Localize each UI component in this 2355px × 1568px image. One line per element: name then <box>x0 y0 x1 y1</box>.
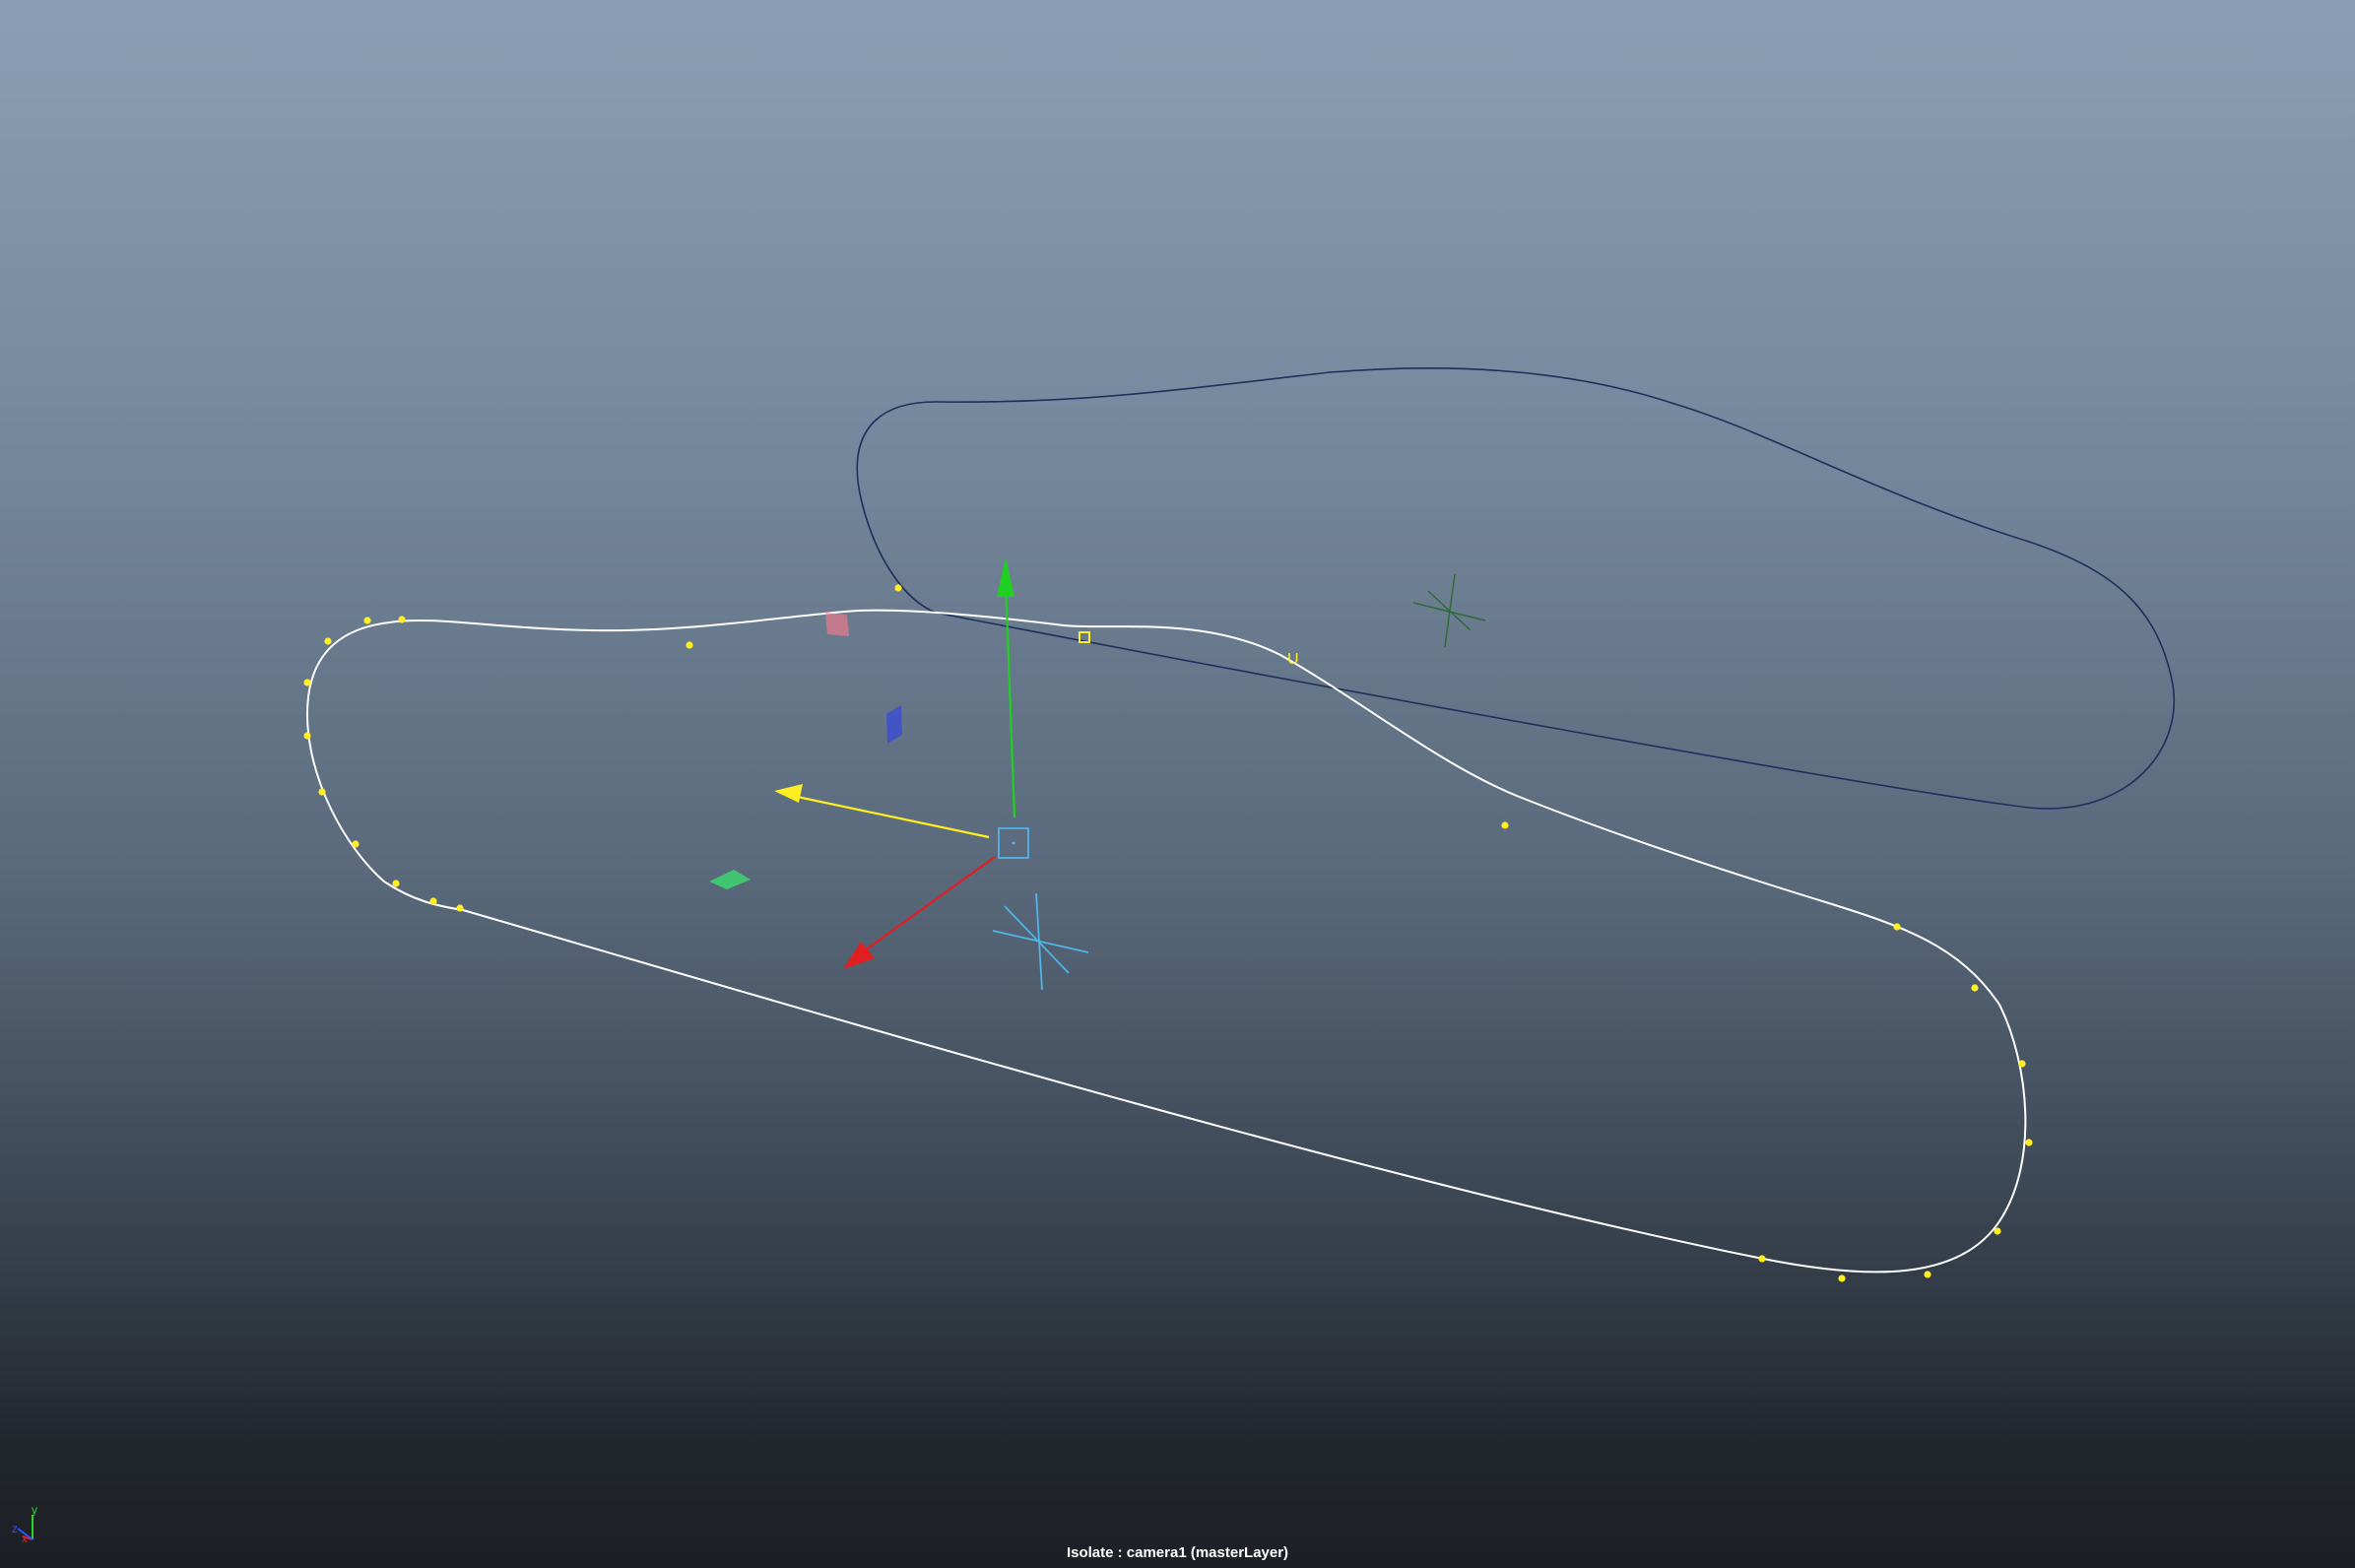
maya-viewport[interactable]: U y x z Isolate: camera1 (masterLayer) <box>0 0 2355 1568</box>
control-vertex[interactable] <box>1971 984 1979 992</box>
selected-nurbs-curve[interactable] <box>305 609 2027 1274</box>
control-vertex[interactable] <box>318 788 326 796</box>
control-vertex[interactable] <box>392 880 400 887</box>
unselected-nurbs-curve[interactable] <box>856 367 2176 810</box>
control-vertex[interactable] <box>894 584 902 592</box>
scene-canvas[interactable]: U y x z <box>0 0 2355 1568</box>
manipulator-center-dot <box>1012 841 1015 845</box>
manipulator-x-axis[interactable] <box>864 856 996 951</box>
view-axis-indicator: y x z <box>12 1503 37 1545</box>
manipulator-y-axis[interactable] <box>1004 580 1016 818</box>
curve-control-vertices[interactable] <box>303 584 2033 1282</box>
pivot-locator-selected[interactable] <box>992 892 1089 991</box>
control-vertex[interactable] <box>456 904 464 912</box>
manipulator-y-arrow[interactable] <box>997 557 1014 597</box>
manipulator-plane-handle-xy[interactable] <box>825 613 849 636</box>
manipulator-z-arrow[interactable] <box>774 784 803 803</box>
control-vertex[interactable] <box>686 641 693 649</box>
control-vertex[interactable] <box>1994 1227 2001 1235</box>
control-vertex[interactable] <box>1838 1274 1846 1282</box>
control-vertex[interactable] <box>1758 1255 1766 1263</box>
manipulator-plane-handle-xz[interactable] <box>709 870 751 889</box>
pivot-locator-unselected[interactable] <box>1412 573 1486 648</box>
viewport-hud-camera-label: Isolate : camera1 (masterLayer) <box>1066 1544 1289 1561</box>
control-vertex[interactable] <box>303 732 311 740</box>
control-vertex[interactable] <box>1924 1271 1931 1278</box>
move-manipulator[interactable] <box>709 557 1029 969</box>
axis-indicator-y-label: y <box>32 1503 37 1517</box>
control-vertex[interactable] <box>303 679 311 686</box>
axis-indicator-x-label: x <box>22 1532 28 1545</box>
axis-indicator-z-label: z <box>12 1522 18 1535</box>
control-vertex[interactable] <box>429 897 437 905</box>
curve-u-start-marker: U <box>1287 651 1299 668</box>
control-vertex[interactable] <box>352 840 360 848</box>
control-vertex[interactable] <box>324 637 332 645</box>
control-vertex[interactable] <box>363 617 371 624</box>
control-vertex[interactable] <box>1893 923 1901 931</box>
control-vertex[interactable] <box>398 616 406 623</box>
control-vertex[interactable] <box>2025 1139 2033 1146</box>
manipulator-plane-handle-yz[interactable] <box>886 705 902 744</box>
control-vertex[interactable] <box>2018 1060 2026 1068</box>
manipulator-z-axis[interactable] <box>787 793 990 839</box>
control-vertex[interactable] <box>1501 821 1509 829</box>
